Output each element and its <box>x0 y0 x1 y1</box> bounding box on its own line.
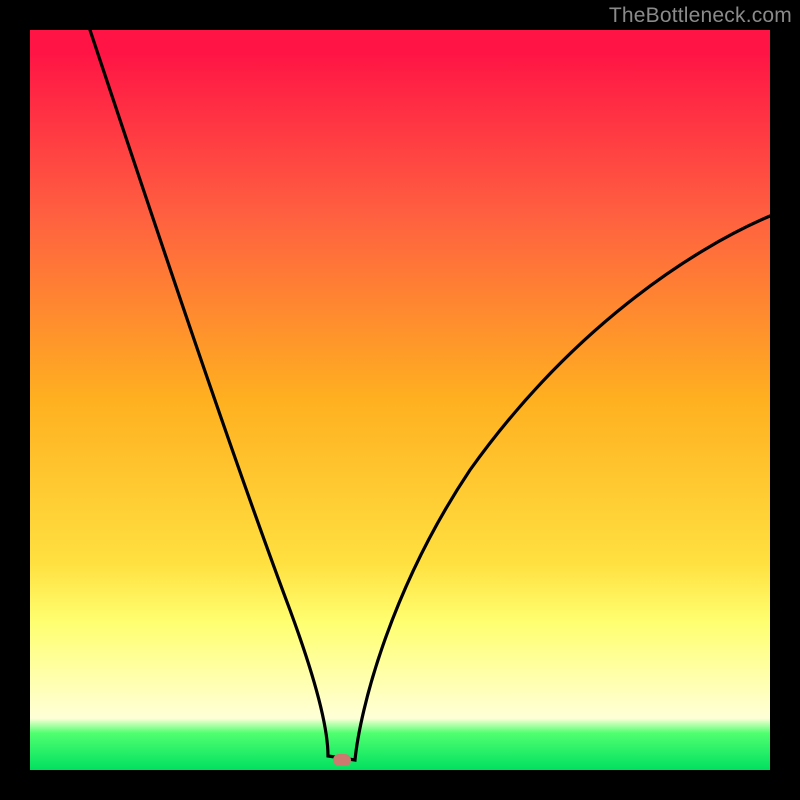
curve-path <box>90 30 770 760</box>
chart-plot-area <box>30 30 770 770</box>
optimum-marker <box>333 754 351 766</box>
bottleneck-curve <box>30 30 770 770</box>
watermark-text: TheBottleneck.com <box>609 4 792 28</box>
